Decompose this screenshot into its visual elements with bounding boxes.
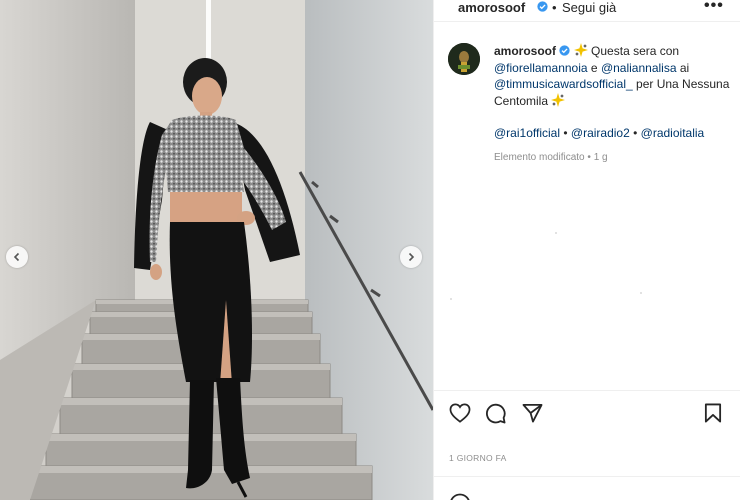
verified-badge-icon xyxy=(537,1,548,12)
heart-icon xyxy=(449,403,471,423)
divider xyxy=(434,476,740,477)
post-details-panel: amorosoof • Segui già ••• amorosoof Ques… xyxy=(433,0,740,500)
bullet-separator: • xyxy=(563,126,568,140)
share-button[interactable] xyxy=(522,403,543,428)
mention-link-6[interactable]: @radioitalia xyxy=(641,126,705,140)
caption-ai: ai xyxy=(679,60,690,75)
sparkle-emoji-icon xyxy=(573,43,588,57)
edited-label: Elemento modificato xyxy=(494,151,585,163)
caption-mentions-paragraph: @rai1official • @rairadio2 • @radioitali… xyxy=(494,125,734,142)
sparkle-emoji-icon xyxy=(551,92,566,107)
chevron-right-icon xyxy=(408,252,415,262)
caption-text-1: Questa sera con xyxy=(591,44,680,58)
header-separator: • xyxy=(552,0,557,15)
caption-meta: Elemento modificato • 1 g xyxy=(494,150,734,167)
emoji-picker-button[interactable] xyxy=(449,493,471,500)
caption-username[interactable]: amorosoof xyxy=(494,44,556,58)
header-username[interactable]: amorosoof xyxy=(458,0,525,15)
meta-separator: • xyxy=(587,151,591,163)
post-photo xyxy=(0,0,433,500)
loading-dot xyxy=(450,298,452,300)
save-button[interactable] xyxy=(704,403,722,428)
bookmark-icon xyxy=(704,403,722,423)
loading-dot xyxy=(555,232,557,234)
avatar[interactable] xyxy=(448,43,480,75)
bullet-separator: • xyxy=(633,126,638,140)
mention-link-3[interactable]: @timmusicawardsofficial_ xyxy=(494,77,633,91)
post-timestamp[interactable]: 1 GIORNO FA xyxy=(449,453,507,463)
caption-text: amorosoof Questa sera con @fiorellamanno… xyxy=(494,43,734,166)
mention-link-2[interactable]: @naliannalisa xyxy=(601,61,677,75)
avatar-image xyxy=(448,43,480,75)
more-options-button[interactable]: ••• xyxy=(704,0,724,15)
next-image-button[interactable] xyxy=(400,246,422,268)
loading-dot xyxy=(640,292,642,294)
mention-link-5[interactable]: @rairadio2 xyxy=(571,126,630,140)
comment-button[interactable] xyxy=(485,403,506,429)
caption-and: e xyxy=(590,60,598,75)
post-header: amorosoof • Segui già ••• xyxy=(434,0,740,22)
mention-link-4[interactable]: @rai1official xyxy=(494,126,560,140)
paper-plane-icon xyxy=(522,404,543,423)
smiley-icon xyxy=(450,493,470,500)
previous-image-button[interactable] xyxy=(6,246,28,268)
like-button[interactable] xyxy=(449,403,471,428)
comment-icon xyxy=(486,403,506,424)
post-media[interactable] xyxy=(0,0,433,500)
mention-link-1[interactable]: @fiorellamannoia xyxy=(494,61,588,75)
caption-age[interactable]: 1 g xyxy=(594,152,608,163)
verified-badge-icon xyxy=(559,45,570,56)
chevron-left-icon xyxy=(13,252,20,262)
post-actions: 1 GIORNO FA xyxy=(434,390,740,500)
following-button[interactable]: Segui già xyxy=(562,0,616,15)
